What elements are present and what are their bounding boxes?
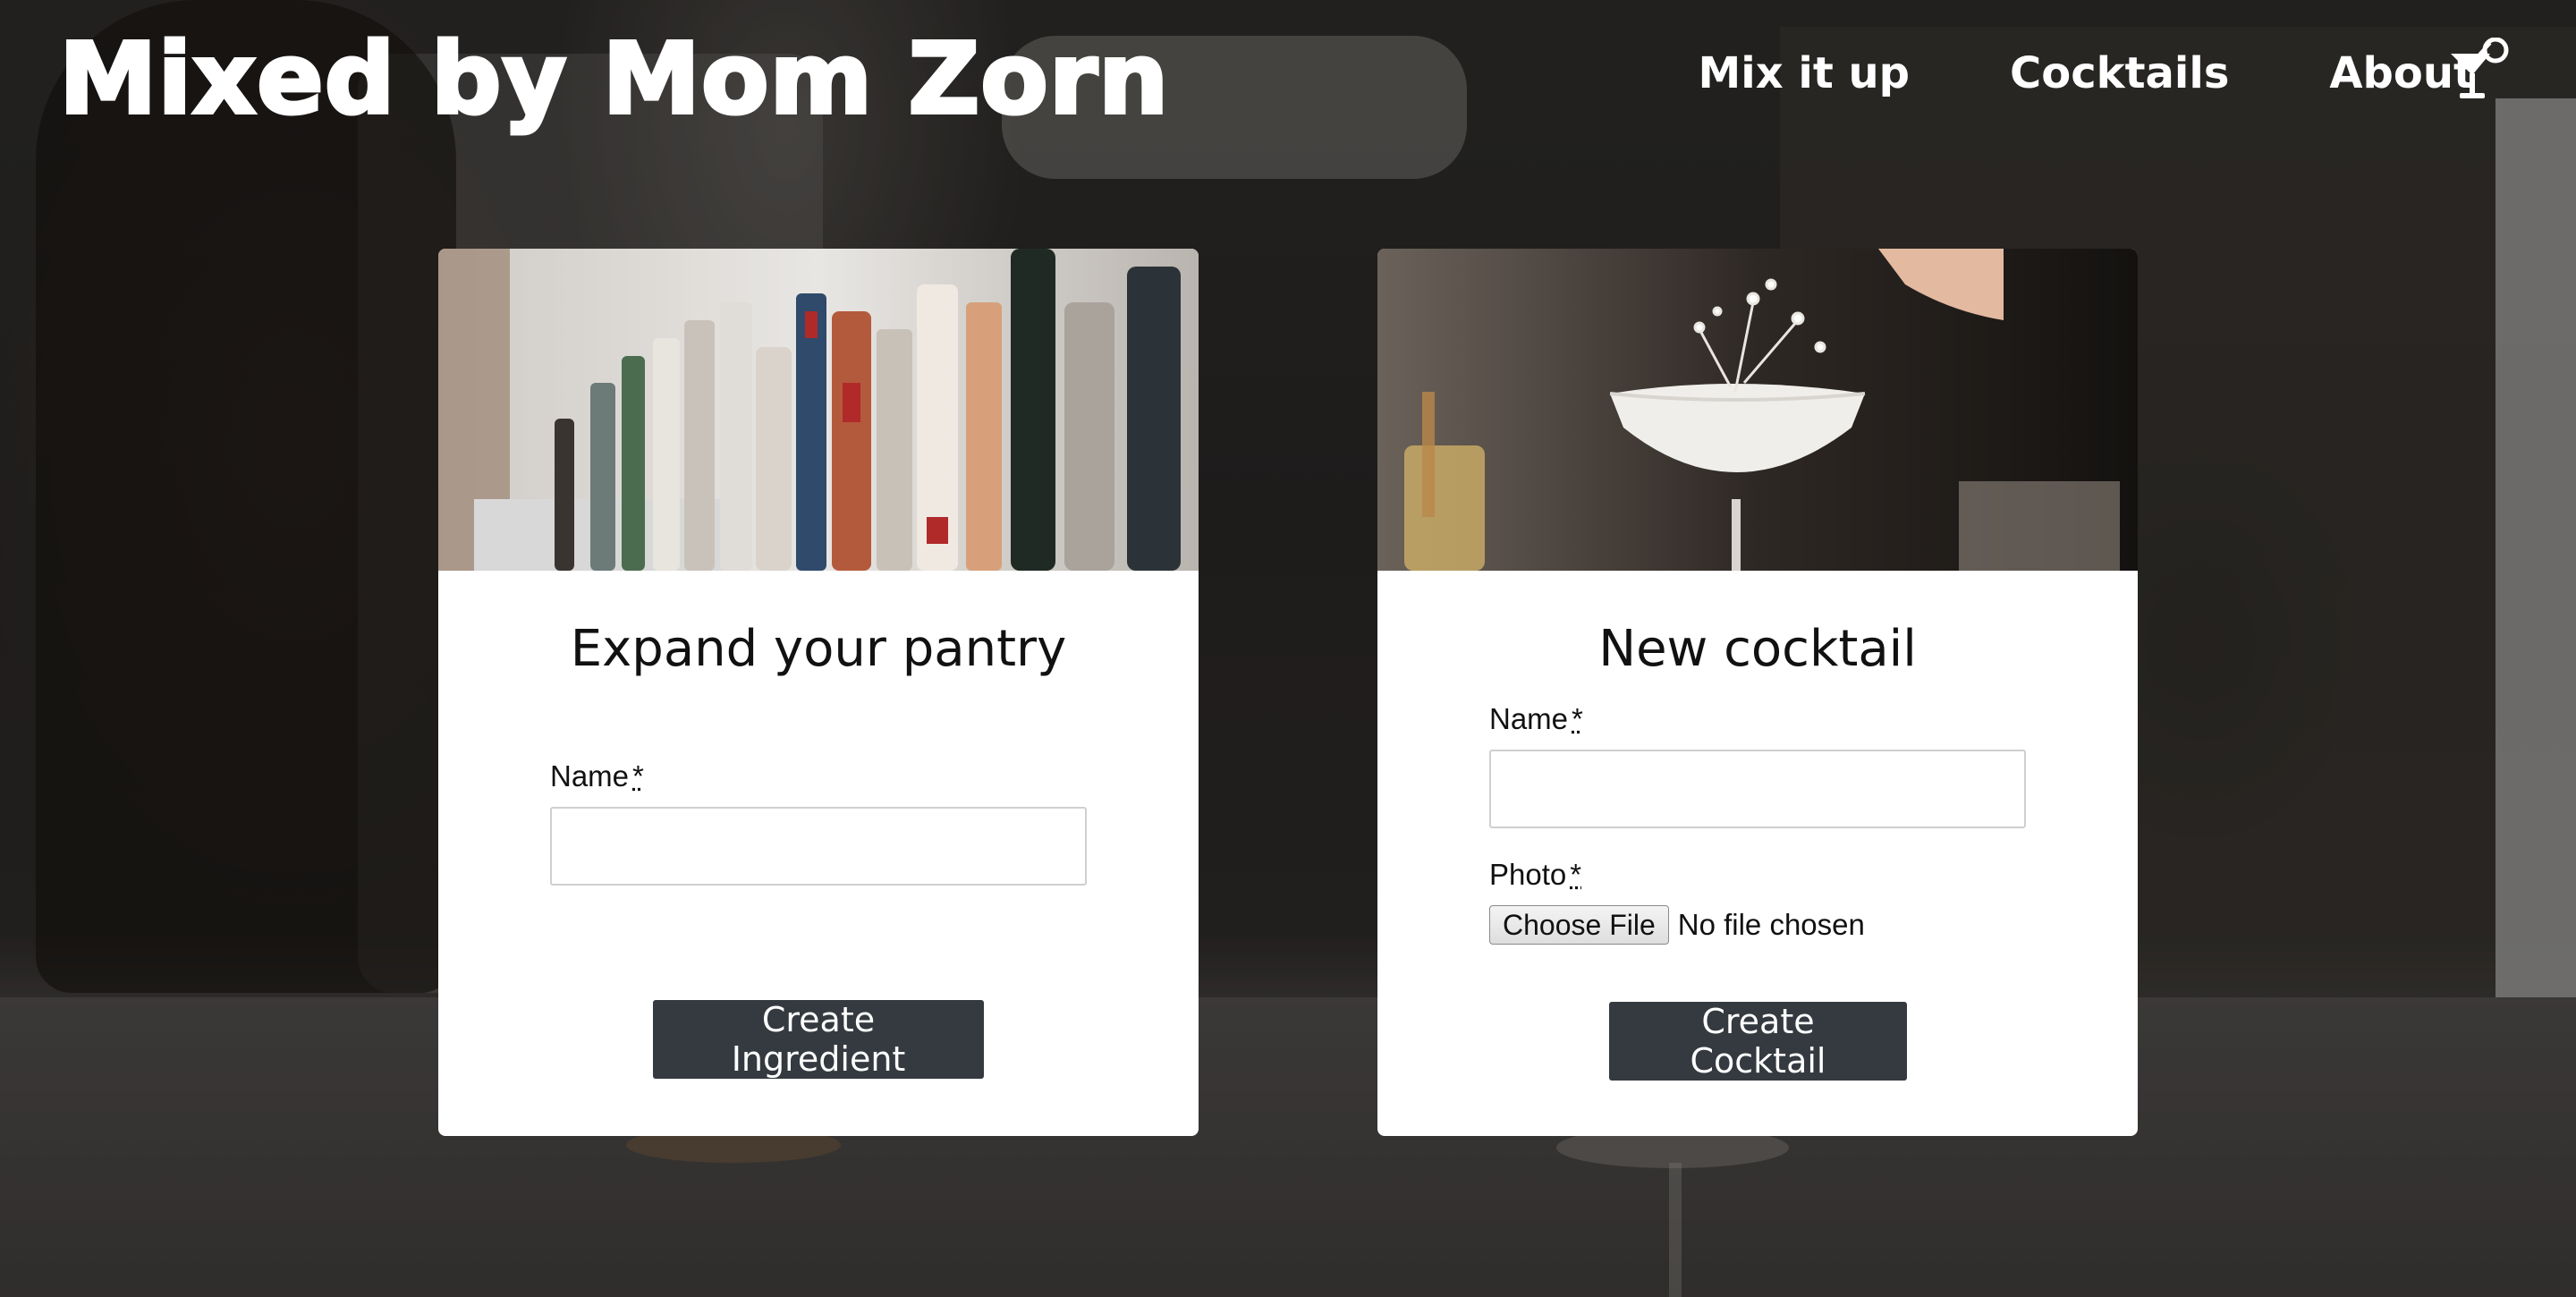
required-marker: *: [1570, 858, 1582, 891]
required-marker: *: [1572, 702, 1583, 735]
liquor-bottles-photo: [438, 249, 1199, 571]
site-brand[interactable]: Mixed by Mom Zorn: [57, 16, 1170, 141]
ingredient-name-input[interactable]: [550, 807, 1087, 886]
ingredient-card-title: Expand your pantry: [570, 620, 1067, 678]
blurred-bar-background: [0, 0, 2576, 1297]
nav-mix-it-up[interactable]: Mix it up: [1698, 48, 1910, 98]
ingredient-card: Expand your pantry Name * Create Ingredie…: [438, 249, 1199, 1136]
cocktail-garnish-photo: [1377, 249, 2138, 571]
required-marker: *: [632, 759, 644, 793]
photo-file-picker: Choose File No file chosen: [1489, 905, 1865, 945]
create-cocktail-button[interactable]: Create Cocktail: [1609, 1002, 1907, 1081]
cocktail-photo-label: Photo *: [1489, 858, 1582, 891]
nav-cocktails[interactable]: Cocktails: [2010, 48, 2229, 98]
cocktail-name-input[interactable]: [1489, 750, 2026, 828]
file-status-text: No file chosen: [1677, 908, 1865, 941]
cocktail-name-label: Name *: [1489, 702, 1583, 735]
ingredient-name-label: Name *: [550, 759, 644, 793]
create-ingredient-button[interactable]: Create Ingredient: [653, 1000, 984, 1079]
cocktail-card-title: New cocktail: [1598, 620, 1917, 678]
cocktail-card: New cocktail Name * Photo * Choose File No…: [1377, 249, 2138, 1136]
cocktail-glass-icon[interactable]: [2444, 38, 2515, 109]
choose-file-button[interactable]: Choose File: [1489, 905, 1669, 945]
